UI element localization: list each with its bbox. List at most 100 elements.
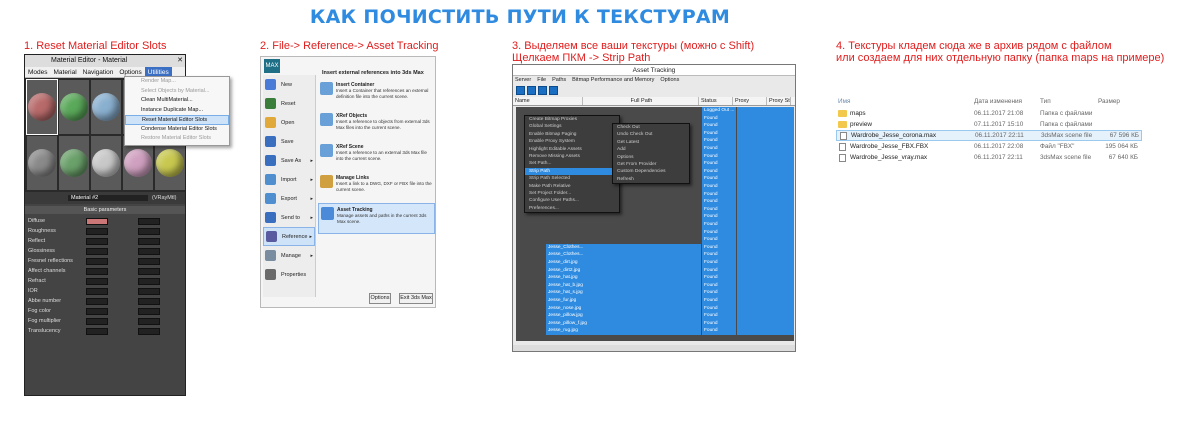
parameter-field[interactable] — [138, 227, 160, 235]
app-menu-item[interactable]: New — [263, 75, 315, 94]
app-menu-item[interactable]: Export ▸ — [263, 189, 315, 208]
menu-modes[interactable]: Modes — [25, 67, 51, 77]
max-logo-icon[interactable]: MAX — [264, 59, 280, 73]
utilities-menu-item[interactable]: Condense Material Editor Slots — [125, 125, 229, 135]
asset-row[interactable]: Jesse_rug.jpg — [546, 327, 701, 335]
utilities-menu-item[interactable]: Reset Material Editor Slots — [125, 115, 229, 125]
server-menu-item[interactable]: Get From Provider — [613, 161, 689, 168]
context-menu-item[interactable]: Highlight Editable Assets — [525, 146, 619, 153]
app-menu-item[interactable]: Save — [263, 132, 315, 151]
app-menu-item[interactable]: Reference ▸ — [263, 227, 315, 246]
parameter-field[interactable] — [86, 267, 108, 275]
context-menu-item[interactable]: Preferences... — [525, 205, 619, 212]
app-menu-item[interactable]: Save As ▸ — [263, 151, 315, 170]
parameter-field[interactable] — [86, 277, 108, 285]
parameter-field[interactable] — [138, 307, 160, 315]
material-slot[interactable] — [91, 136, 121, 190]
server-menu-item[interactable]: Undo Check Out — [613, 131, 689, 138]
context-menu-item[interactable]: Create Bitmap Proxies — [525, 116, 619, 123]
col-name[interactable]: Name — [513, 97, 583, 105]
reference-item[interactable]: XRef Scene Insert a reference to an exter… — [318, 141, 435, 172]
col-size[interactable]: Размер — [1098, 96, 1138, 108]
material-slot[interactable] — [26, 79, 58, 135]
app-menu-item[interactable]: Import ▸ — [263, 170, 315, 189]
app-menu-item[interactable]: Properties — [263, 265, 315, 284]
parameter-field[interactable] — [86, 247, 108, 255]
parameter-field[interactable] — [86, 287, 108, 295]
app-menu-item[interactable]: Reset — [263, 94, 315, 113]
parameter-field[interactable] — [138, 257, 160, 265]
material-type-button[interactable]: (VRayMtl) — [152, 195, 176, 201]
context-menu-item[interactable]: Remove Missing Assets — [525, 153, 619, 160]
utilities-menu-item[interactable]: Select Objects by Material... — [125, 87, 229, 97]
toolbar-icon[interactable] — [538, 86, 547, 95]
material-slot[interactable] — [27, 136, 57, 190]
file-row[interactable]: maps 06.11.2017 21:08 Папка с файлами — [836, 108, 1142, 119]
file-row[interactable]: Wardrobe_Jesse_FBX.FBX 06.11.2017 22:08 Фа… — [836, 141, 1142, 152]
server-menu-item[interactable]: Add — [613, 146, 689, 153]
utilities-menu-item[interactable]: Render Map... — [125, 77, 229, 87]
context-menu-item[interactable]: Enable Bitmap Paging — [525, 131, 619, 138]
exit-button[interactable]: Exit 3ds Max — [399, 293, 433, 304]
context-menu-item[interactable]: Set Path... — [525, 160, 619, 167]
context-menu-item[interactable]: Strip Path — [525, 167, 619, 176]
file-row[interactable]: preview 07.11.2017 15:10 Папка с файлами — [836, 119, 1142, 130]
col-proxy-res[interactable]: Proxy Resol... — [733, 97, 767, 113]
reference-item[interactable]: XRef Objects Insert a reference to object… — [318, 110, 435, 141]
asset-row[interactable]: Jesse_Clothes... — [546, 251, 701, 259]
asset-row[interactable]: Jesse_fur.jpg — [546, 297, 701, 305]
col-type[interactable]: Тип — [1040, 96, 1098, 108]
context-menu-item[interactable]: Strip Path Selected — [525, 175, 619, 182]
parameter-field[interactable] — [86, 237, 108, 245]
context-menu-item[interactable]: Set Project Folder... — [525, 190, 619, 197]
parameter-field[interactable] — [138, 247, 160, 255]
parameter-field[interactable] — [86, 297, 108, 305]
app-menu-item[interactable]: Manage ▸ — [263, 246, 315, 265]
material-name-field[interactable]: Material #2 — [68, 195, 148, 201]
file-row[interactable]: Wardrobe_Jesse_vray.max 06.11.2017 22:11 3… — [836, 152, 1142, 163]
toolbar-icon[interactable] — [549, 86, 558, 95]
toolbar-icon[interactable] — [516, 86, 525, 95]
asset-row[interactable]: Jesse_hat_b.jpg — [546, 281, 701, 290]
parameter-field[interactable] — [138, 217, 160, 225]
asset-row[interactable]: Jesse_hat_s.jpg — [546, 289, 701, 297]
menu-file[interactable]: File — [537, 76, 552, 85]
close-icon[interactable]: ✕ — [177, 55, 183, 67]
file-row[interactable]: Wardrobe_Jesse_corona.max 06.11.2017 22:1… — [836, 130, 1142, 141]
reference-item[interactable]: Asset Tracking Manage assets and paths in… — [318, 203, 435, 234]
reference-item[interactable]: Manage Links Insert a link to a DWG, DXF … — [318, 172, 435, 203]
server-menu-item[interactable]: Get Latest — [613, 139, 689, 146]
basic-parameters-header[interactable]: Basic parameters — [25, 206, 185, 214]
material-slot[interactable] — [59, 80, 89, 134]
options-button[interactable]: Options — [369, 293, 391, 304]
parameter-field[interactable] — [86, 257, 108, 265]
parameter-field[interactable] — [86, 317, 108, 325]
asset-row[interactable]: Jesse_pillow.jpg — [546, 312, 701, 320]
utilities-menu-item[interactable]: Clean MultiMaterial... — [125, 96, 229, 106]
parameter-field[interactable] — [138, 297, 160, 305]
app-menu-item[interactable]: Send to ▸ — [263, 208, 315, 227]
col-status[interactable]: Status — [699, 97, 733, 105]
menu-bitmap-performance[interactable]: Bitmap Performance and Memory — [572, 76, 660, 85]
context-menu-item[interactable]: Enable Proxy System — [525, 138, 619, 145]
parameter-field[interactable] — [86, 307, 108, 315]
server-menu-item[interactable]: Custom Dependencies — [613, 168, 689, 175]
parameter-field[interactable] — [138, 237, 160, 245]
col-full-path[interactable]: Full Path — [583, 97, 699, 105]
context-menu-item[interactable]: Make Path Relative — [525, 183, 619, 190]
menu-material[interactable]: Material — [51, 67, 80, 77]
asset-row[interactable]: Jesse_pillow_f.jpg — [546, 319, 701, 328]
horizontal-scrollbar[interactable] — [513, 345, 795, 351]
material-slot[interactable] — [91, 80, 121, 134]
menu-paths[interactable]: Paths — [552, 76, 572, 85]
toolbar-icon[interactable] — [527, 86, 536, 95]
col-proxy-status[interactable]: Proxy St — [767, 97, 791, 105]
server-menu-item[interactable]: Check Out — [613, 124, 689, 131]
asset-row[interactable]: Jesse_Clothes... — [546, 243, 701, 252]
parameter-field[interactable] — [138, 267, 160, 275]
menu-navigation[interactable]: Navigation — [80, 67, 117, 77]
parameter-field[interactable] — [86, 217, 108, 225]
parameter-field[interactable] — [86, 327, 108, 335]
asset-row[interactable]: Jesse_dirt2.jpg — [546, 266, 701, 275]
context-menu-item[interactable]: Global Settings — [525, 123, 619, 130]
